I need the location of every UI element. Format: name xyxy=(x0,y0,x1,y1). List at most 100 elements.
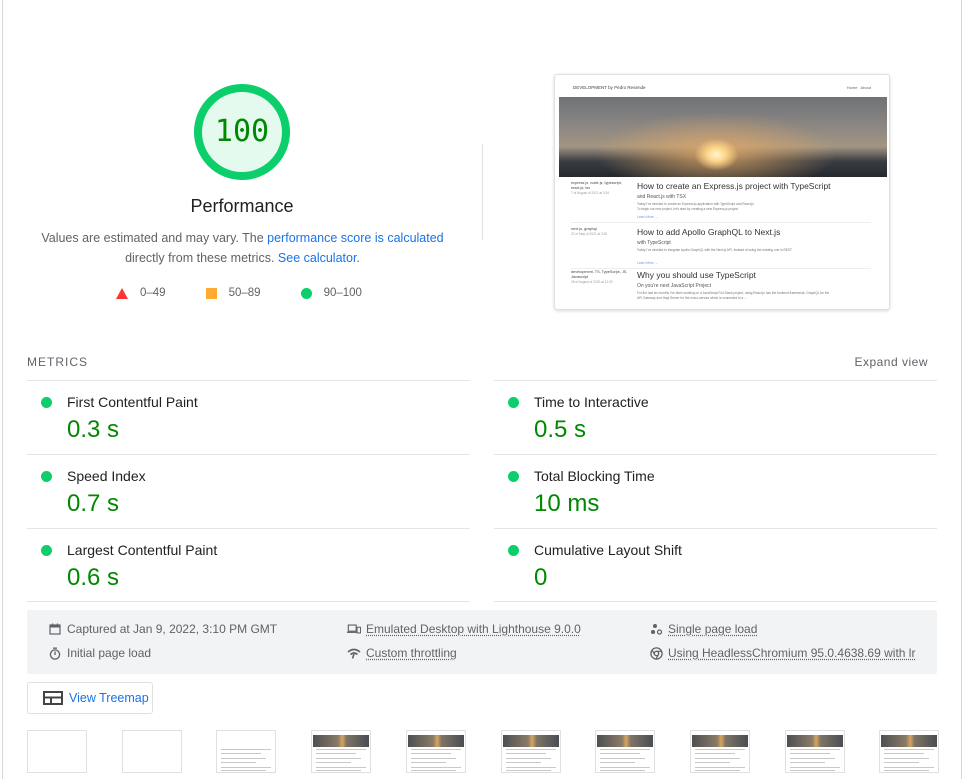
frame-text-line xyxy=(600,770,646,771)
frame-text-line xyxy=(884,753,925,754)
frame-text-line xyxy=(789,753,830,754)
metric-label: Speed Index xyxy=(67,468,146,484)
frame-text-line xyxy=(505,753,546,754)
frame-text-line xyxy=(884,767,935,768)
frame-text-line xyxy=(789,767,840,768)
legend-average: 50–89 xyxy=(205,287,261,299)
circle-pass-icon xyxy=(300,287,312,299)
frame-text-line xyxy=(600,762,636,763)
metrics-column-left: First Contentful Paint 0.3 s Speed Index… xyxy=(27,380,470,602)
treemap-icon xyxy=(43,691,63,705)
runtime-browser[interactable]: Using HeadlessChromium 95.0.4638.69 with… xyxy=(649,646,915,660)
wifi-throttle-icon xyxy=(347,646,361,660)
legend-pass: 90–100 xyxy=(300,287,362,299)
frame-text-line xyxy=(410,753,451,754)
frame-text-line xyxy=(505,767,556,768)
metric-total-blocking-time: Total Blocking Time 10 ms xyxy=(494,454,937,528)
final-screenshot[interactable]: DEVELOPMENT by Pedro Resende Home About … xyxy=(554,74,890,310)
metric-value: 10 ms xyxy=(534,490,600,517)
category-title: Performance xyxy=(190,196,294,216)
hero-image-sunset xyxy=(559,97,887,177)
view-treemap-button[interactable]: View Treemap xyxy=(27,682,153,714)
frame-text-line xyxy=(884,770,930,771)
metric-cumulative-layout-shift: Cumulative Layout Shift 0 xyxy=(494,528,937,602)
frame-text-line xyxy=(884,762,920,763)
frame-hero-thumb xyxy=(786,735,843,747)
performance-gauge[interactable]: 100 Performance xyxy=(142,82,342,217)
frame-text-line xyxy=(221,753,262,754)
frame-text-line xyxy=(789,749,840,750)
site-title: DEVELOPMENT by Pedro Resende xyxy=(573,85,646,90)
frame-text-line xyxy=(505,770,551,771)
runtime-throttling[interactable]: Custom throttling xyxy=(347,646,457,660)
frame-hero-thumb xyxy=(881,735,938,747)
post-title: Why you should use TypeScript xyxy=(637,270,756,280)
post-subtitle: and React.js with TSX xyxy=(637,194,687,200)
legend-range: 50–89 xyxy=(228,287,261,299)
view-treemap-label[interactable]: View Treemap xyxy=(69,691,149,705)
legend-range: 0–49 xyxy=(140,287,166,299)
frame-text-line xyxy=(410,762,446,763)
frame-text-line xyxy=(694,758,740,759)
runtime-emulated[interactable]: Emulated Desktop with Lighthouse 9.0.0 xyxy=(347,622,581,636)
pass-dot-icon xyxy=(41,397,52,408)
frame-text-line xyxy=(600,767,651,768)
frame-text-line xyxy=(410,749,461,750)
site-nav: Home About xyxy=(847,85,871,90)
post-subtitle: with TypeScript xyxy=(637,240,671,246)
runtime-single-page[interactable]: Single page load xyxy=(649,622,757,636)
frame-text-line xyxy=(694,762,730,763)
frame-text-line xyxy=(600,749,651,750)
metrics-header: METRICS xyxy=(27,355,88,369)
score-calculation-link[interactable]: performance score is calculated xyxy=(267,231,443,245)
metric-value: 0.5 s xyxy=(534,416,587,443)
pass-dot-icon xyxy=(41,545,52,556)
square-average-icon xyxy=(205,287,217,299)
expand-view-toggle[interactable]: Expand view xyxy=(854,355,928,369)
calculator-link[interactable]: See calculator. xyxy=(278,251,360,265)
frame-text-line xyxy=(694,749,745,750)
description-middle: directly from these metrics. xyxy=(125,251,278,265)
frame-text-line xyxy=(316,749,367,750)
single-page-text[interactable]: Single page load xyxy=(668,622,757,636)
frame-text-line xyxy=(410,770,456,771)
post-excerpt: For the last six months I've been workin… xyxy=(637,291,830,300)
frame-text-line xyxy=(600,758,646,759)
legend-range: 90–100 xyxy=(323,287,362,299)
score-legend: 0–49 50–89 90–100 xyxy=(116,287,402,299)
post-learn-more: Learn More → xyxy=(637,215,659,219)
emulated-text[interactable]: Emulated Desktop with Lighthouse 9.0.0 xyxy=(366,622,581,636)
frame-text-line xyxy=(694,767,745,768)
frame-text-line xyxy=(316,753,357,754)
frame-text-line xyxy=(884,758,930,759)
filmstrip-frame xyxy=(784,730,845,773)
post-tags: next.js, graphql 22 of May of 2021 at 3:2… xyxy=(571,227,608,236)
filmstrip-frame xyxy=(216,730,277,773)
post-excerpt: Today I've decided to integrate Apollo G… xyxy=(637,248,792,252)
browser-text[interactable]: Using HeadlessChromium 95.0.4638.69 with… xyxy=(668,646,915,660)
frame-hero-thumb xyxy=(691,735,748,747)
frame-hero-thumb xyxy=(597,735,654,747)
stopwatch-icon xyxy=(48,646,62,660)
metric-speed-index: Speed Index 0.7 s xyxy=(27,454,470,528)
metric-value: 0.6 s xyxy=(67,564,120,591)
frame-text-line xyxy=(316,758,362,759)
post-tags: express.js, node.js, typescript, react.j… xyxy=(571,181,622,195)
frame-hero-thumb xyxy=(502,735,559,747)
score-gauge: 100 xyxy=(192,82,292,182)
score-description: Values are estimated and may vary. The p… xyxy=(30,228,455,268)
post-title: How to add Apollo GraphQL to Next.js xyxy=(637,227,781,237)
frame-text-line xyxy=(600,753,641,754)
throttling-text[interactable]: Custom throttling xyxy=(366,646,457,660)
captured-text: Captured at Jan 9, 2022, 3:10 PM GMT xyxy=(67,622,278,636)
calendar-icon xyxy=(48,622,62,636)
pass-dot-icon xyxy=(508,545,519,556)
metrics-column-right: Time to Interactive 0.5 s Total Blocking… xyxy=(494,380,937,602)
frame-text-line xyxy=(221,767,272,768)
frame-hero-thumb xyxy=(407,735,464,747)
frame-text-line xyxy=(505,762,541,763)
vertical-divider xyxy=(482,144,483,240)
frame-text-line xyxy=(410,758,456,759)
filmstrip-frame xyxy=(879,730,940,773)
metric-largest-contentful-paint: Largest Contentful Paint 0.6 s xyxy=(27,528,470,602)
